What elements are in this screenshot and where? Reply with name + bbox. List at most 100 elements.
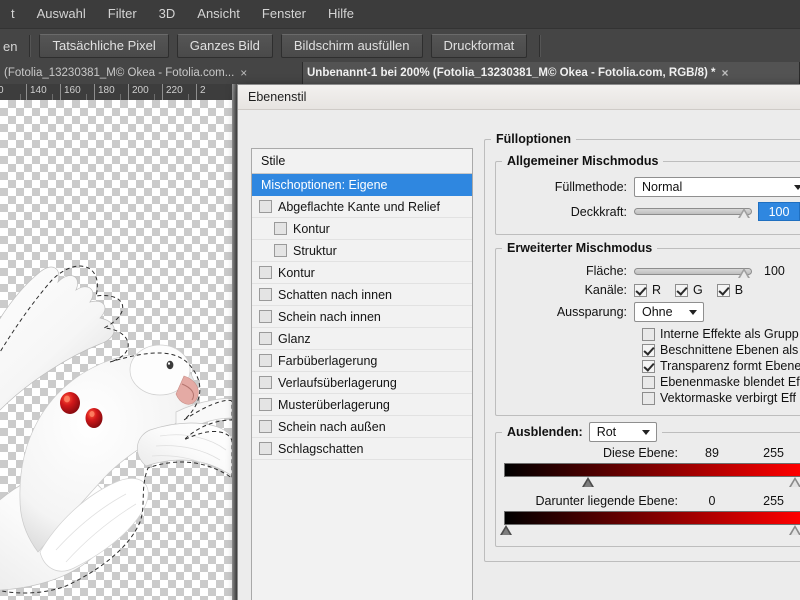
this-layer-min-value[interactable]: 89: [686, 446, 738, 460]
fillmethod-select[interactable]: Normal: [634, 177, 800, 197]
style-row-color-overlay[interactable]: Farbüberlagerung: [252, 350, 472, 372]
channel-b[interactable]: B: [716, 283, 743, 297]
checkbox-icon[interactable]: [259, 398, 272, 411]
style-row-drop-shadow[interactable]: Schlagschatten: [252, 438, 472, 460]
checkbox-icon[interactable]: [259, 332, 272, 345]
underlying-layer-gradient-bar[interactable]: [504, 511, 800, 525]
this-layer-gradient-bar[interactable]: [504, 463, 800, 477]
fillmethod-value: Normal: [642, 180, 683, 194]
opacity-input[interactable]: 100: [758, 202, 800, 221]
checkbox-icon[interactable]: [259, 420, 272, 433]
checkbox-layer-mask-hides-label: Ebenenmaske blendet Ef: [660, 375, 800, 389]
channel-r[interactable]: R: [634, 283, 661, 297]
style-row-pattern-overlay[interactable]: Musterüberlagerung: [252, 394, 472, 416]
checkbox-icon[interactable]: [642, 359, 655, 373]
menu-item-ansicht[interactable]: Ansicht: [186, 0, 251, 28]
opacity-slider-handle[interactable]: [738, 208, 750, 218]
style-row-gradient-overlay[interactable]: Verlaufsüberlagerung: [252, 372, 472, 394]
opacity-slider[interactable]: [634, 205, 752, 218]
checkbox-icon[interactable]: [259, 376, 272, 389]
checkbox-icon[interactable]: [634, 283, 647, 297]
opacity-row: Deckkraft: 100: [502, 202, 800, 221]
style-row-label: Kontur: [278, 265, 315, 280]
style-row-inner-glow[interactable]: Schein nach innen: [252, 306, 472, 328]
checkbox-icon[interactable]: [642, 391, 655, 405]
checkbox-icon[interactable]: [642, 327, 655, 341]
image-canvas[interactable]: [0, 100, 232, 600]
menu-item-text[interactable]: t: [0, 0, 26, 28]
checkbox-icon[interactable]: [259, 442, 272, 455]
channel-g-label: G: [693, 283, 703, 297]
close-icon[interactable]: ×: [240, 67, 247, 79]
flaeche-slider-track: [634, 267, 752, 275]
style-row-label: Farbüberlagerung: [278, 353, 378, 368]
fill-options-group: Fülloptionen Allgemeiner Mischmodus Füll…: [484, 132, 800, 562]
this-layer-stops: [504, 477, 800, 490]
blend-if-channel-select[interactable]: Rot: [588, 422, 657, 442]
channel-g[interactable]: G: [675, 283, 703, 297]
style-row-outer-glow[interactable]: Schein nach außen: [252, 416, 472, 438]
chevron-down-icon: [794, 184, 800, 190]
this-layer-label: Diese Ebene:: [602, 446, 678, 460]
style-row-label: Musterüberlagerung: [278, 397, 390, 412]
underlying-layer-white-stop[interactable]: [789, 525, 800, 535]
style-row-stroke[interactable]: Kontur: [252, 262, 472, 284]
fit-image-button[interactable]: Ganzes Bild: [176, 34, 273, 58]
fillmethod-row: Füllmethode: Normal: [502, 177, 800, 197]
ruler-tick: 140: [26, 84, 47, 100]
underlying-layer-black-stop[interactable]: [500, 525, 512, 535]
checkbox-icon[interactable]: [274, 244, 287, 257]
checkbox-icon[interactable]: [274, 222, 287, 235]
style-row-blending-options[interactable]: Mischoptionen: Eigene: [252, 174, 472, 196]
flaeche-label: Fläche:: [586, 264, 627, 278]
knockout-select[interactable]: Ohne: [634, 302, 704, 322]
style-row-contour[interactable]: Kontur: [252, 218, 472, 240]
close-icon[interactable]: ×: [722, 67, 729, 79]
advanced-checkbox-list: Interne Effekte als Grupp Beschnittene E…: [642, 327, 800, 405]
ruler-tick: 160: [60, 84, 81, 100]
checkbox-icon[interactable]: [642, 375, 655, 389]
style-row-bevel-emboss[interactable]: Abgeflachte Kante und Relief: [252, 196, 472, 218]
checkbox-vector-mask-hides[interactable]: Vektormaske verbirgt Eff: [642, 391, 800, 405]
print-size-button[interactable]: Druckformat: [430, 34, 528, 58]
style-row-label: Struktur: [293, 243, 337, 258]
ruler-tick: 220: [162, 84, 183, 100]
this-layer-white-stop[interactable]: [789, 477, 800, 487]
flaeche-input[interactable]: 100: [758, 264, 800, 278]
checkbox-icon[interactable]: [259, 354, 272, 367]
this-layer-black-stop[interactable]: [582, 477, 594, 487]
document-tab-1[interactable]: (Fotolia_13230381_M© Okea - Fotolia.com.…: [0, 62, 303, 84]
checkbox-icon[interactable]: [259, 310, 272, 323]
fill-screen-button[interactable]: Bildschirm ausfüllen: [280, 34, 423, 58]
menu-item-hilfe[interactable]: Hilfe: [317, 0, 365, 28]
fillmethod-label: Füllmethode:: [554, 180, 627, 194]
checkbox-icon[interactable]: [259, 200, 272, 213]
checkbox-icon[interactable]: [716, 283, 730, 297]
menu-item-filter[interactable]: Filter: [97, 0, 148, 28]
style-row-satin[interactable]: Glanz: [252, 328, 472, 350]
checkbox-icon[interactable]: [675, 283, 689, 297]
fill-options-legend: Fülloptionen: [496, 132, 571, 146]
underlying-layer-max-value[interactable]: 255: [738, 494, 784, 508]
underlying-layer-min-value[interactable]: 0: [686, 494, 738, 508]
flaeche-slider-handle[interactable]: [738, 267, 750, 278]
style-row-inner-shadow[interactable]: Schatten nach innen: [252, 284, 472, 306]
channel-r-label: R: [652, 283, 662, 297]
checkbox-icon[interactable]: [259, 288, 272, 301]
document-tab-2[interactable]: Unbenannt-1 bei 200% (Fotolia_13230381_M…: [303, 62, 800, 84]
menu-item-auswahl[interactable]: Auswahl: [26, 0, 97, 28]
checkbox-internal-effects[interactable]: Interne Effekte als Grupp: [642, 327, 800, 341]
flaeche-slider[interactable]: [634, 265, 752, 278]
menu-item-3d[interactable]: 3D: [148, 0, 187, 28]
checkbox-clipped-layers[interactable]: Beschnittene Ebenen als: [642, 343, 800, 357]
checkbox-layer-mask-hides[interactable]: Ebenenmaske blendet Ef: [642, 375, 800, 389]
style-row-texture[interactable]: Struktur: [252, 240, 472, 262]
dialog-title-bar[interactable]: Ebenenstil: [238, 85, 800, 110]
checkbox-icon[interactable]: [259, 266, 272, 279]
checkbox-transparency-shapes[interactable]: Transparenz formt Ebene: [642, 359, 800, 373]
menu-item-fenster[interactable]: Fenster: [251, 0, 317, 28]
opacity-slider-track: [634, 208, 752, 215]
this-layer-max-value[interactable]: 255: [738, 446, 784, 460]
actual-pixels-button[interactable]: Tatsächliche Pixel: [39, 34, 169, 58]
checkbox-icon[interactable]: [642, 343, 655, 357]
